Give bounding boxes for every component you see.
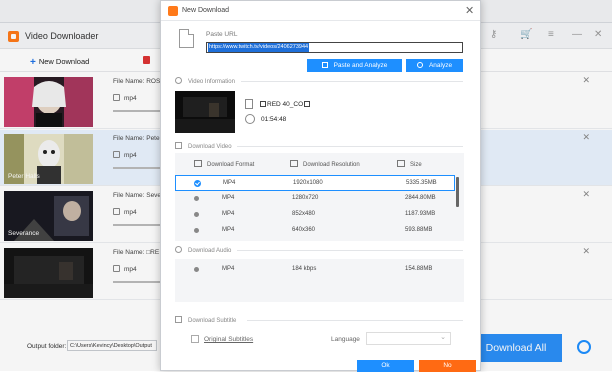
video-icon <box>175 142 182 149</box>
url-input[interactable] <box>206 42 463 53</box>
table-row[interactable]: MP4 852x480 1187.93MB <box>175 207 455 223</box>
divider <box>237 250 463 251</box>
table-row[interactable]: MP4 1280x720 2844.80MB <box>175 191 455 207</box>
download-subtitle-header: Download Subtitle <box>175 316 236 324</box>
size-column-header: Size <box>397 160 422 168</box>
radio-dot-icon <box>194 212 199 217</box>
search-icon <box>416 62 423 68</box>
radio-dot-icon <box>194 196 199 201</box>
document-icon <box>245 99 253 109</box>
divider <box>247 320 463 321</box>
divider <box>241 81 463 82</box>
video-format-table: Download Format Download Resolution Size… <box>175 153 464 241</box>
table-row[interactable]: MP4 1920x1080 5335.35MB <box>175 175 455 191</box>
no-button[interactable]: No <box>419 360 476 372</box>
dialog-close-icon[interactable]: ✕ <box>465 4 474 17</box>
format-icon <box>194 160 202 167</box>
clipboard-icon <box>321 62 328 68</box>
new-download-dialog: New Download ✕ Paste URL https://www.twi… <box>160 0 481 372</box>
selected-check-icon <box>194 180 201 187</box>
video-preview-thumbnail <box>175 91 235 133</box>
video-name: RED 40_CO <box>245 99 311 109</box>
paste-and-analyze-button[interactable]: Paste and Analyze <box>307 59 402 72</box>
resolution-icon <box>290 160 298 167</box>
url-file-icon <box>179 29 194 48</box>
language-select[interactable] <box>366 332 451 345</box>
resolution-column-header: Download Resolution <box>290 160 360 168</box>
dialog-titlebar: New Download ✕ <box>161 1 480 21</box>
dialog-title: New Download <box>182 7 230 14</box>
language-label: Language <box>331 336 360 343</box>
table-row[interactable]: MP4 640x360 593.88MB <box>175 223 455 239</box>
table-header: Download Format Download Resolution Size <box>175 153 464 175</box>
original-subtitles-checkbox[interactable] <box>191 335 199 343</box>
divider <box>237 146 463 147</box>
audio-format-table: MP4 184 kbps 154.88MB <box>175 259 464 302</box>
analyze-button[interactable]: Analyze <box>406 59 463 72</box>
table-row[interactable]: MP4 184 kbps 154.88MB <box>175 262 455 278</box>
info-icon <box>175 77 182 84</box>
table-scrollbar[interactable] <box>456 177 459 207</box>
video-information-header: Video Information <box>175 77 235 85</box>
ok-button[interactable]: Ok <box>357 360 414 372</box>
download-audio-header: Download Audio <box>175 246 231 254</box>
download-video-header: Download Video <box>175 142 232 150</box>
video-duration: 01:54:48 <box>245 114 286 124</box>
radio-dot-icon <box>194 228 199 233</box>
audio-icon <box>175 246 182 253</box>
size-icon <box>397 160 405 167</box>
subtitle-icon <box>175 316 182 323</box>
radio-dot-icon <box>194 267 199 272</box>
original-subtitles-label[interactable]: Original Subtitles <box>204 336 253 343</box>
clock-icon <box>245 114 255 124</box>
dialog-logo-icon <box>168 6 178 16</box>
paste-url-label: Paste URL <box>206 31 238 38</box>
format-column-header: Download Format <box>194 160 254 168</box>
